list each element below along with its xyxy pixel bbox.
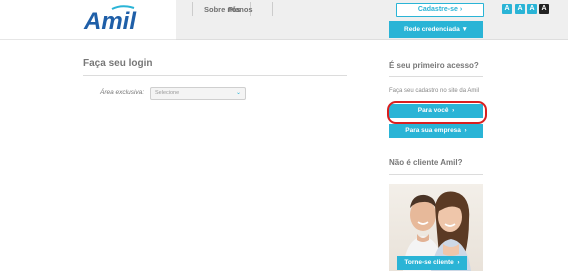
para-empresa-button[interactable]: Para sua empresa › (389, 124, 483, 138)
cadastre-se-label: Cadastre-se (417, 6, 458, 13)
triangle-down-icon: ▼ (461, 26, 468, 33)
login-divider (83, 75, 347, 76)
font-reset-icon[interactable]: A (527, 4, 537, 14)
svg-text:Amil: Amil (83, 8, 137, 35)
header-divider (0, 39, 176, 40)
chevron-right-icon: › (457, 259, 460, 266)
primeiro-acesso-title: É seu primeiro acesso? (389, 61, 479, 70)
para-empresa-label: Para sua empresa (405, 127, 461, 134)
nav-separator (192, 2, 193, 16)
nao-cliente-title: Não é cliente Amil? (389, 158, 463, 167)
amil-logo[interactable]: Amil (82, 5, 138, 35)
chevron-right-icon: › (464, 127, 467, 134)
area-select-value: Selecione (155, 90, 180, 96)
rede-credenciada-button[interactable]: Rede credenciada ▼ (389, 21, 483, 38)
high-contrast-icon[interactable]: A (539, 4, 549, 14)
chevron-down-icon: ⌄ (235, 90, 241, 96)
login-title: Faça seu login (83, 58, 153, 69)
font-decrease-icon[interactable]: A (502, 4, 512, 14)
nav-planos[interactable]: Planos (228, 5, 253, 14)
area-exclusiva-select[interactable]: Selecione ⌄ (150, 87, 246, 100)
cadastre-se-button[interactable]: Cadastre-se › (396, 3, 484, 17)
primeiro-acesso-divider (389, 76, 483, 77)
torne-se-cliente-label: Torne-se cliente (404, 259, 454, 266)
cadastro-text: Faça seu cadastro no site da Amil (389, 88, 480, 94)
nav-separator (272, 2, 273, 16)
rede-credenciada-label: Rede credenciada (404, 26, 460, 33)
font-increase-icon[interactable]: A (515, 4, 525, 14)
torne-se-cliente-button[interactable]: Torne-se cliente › (397, 256, 467, 270)
nao-cliente-divider (389, 174, 483, 175)
highlight-ring (387, 101, 487, 124)
area-exclusiva-label: Área exclusiva: (100, 89, 145, 96)
chevron-right-icon: › (459, 6, 463, 13)
